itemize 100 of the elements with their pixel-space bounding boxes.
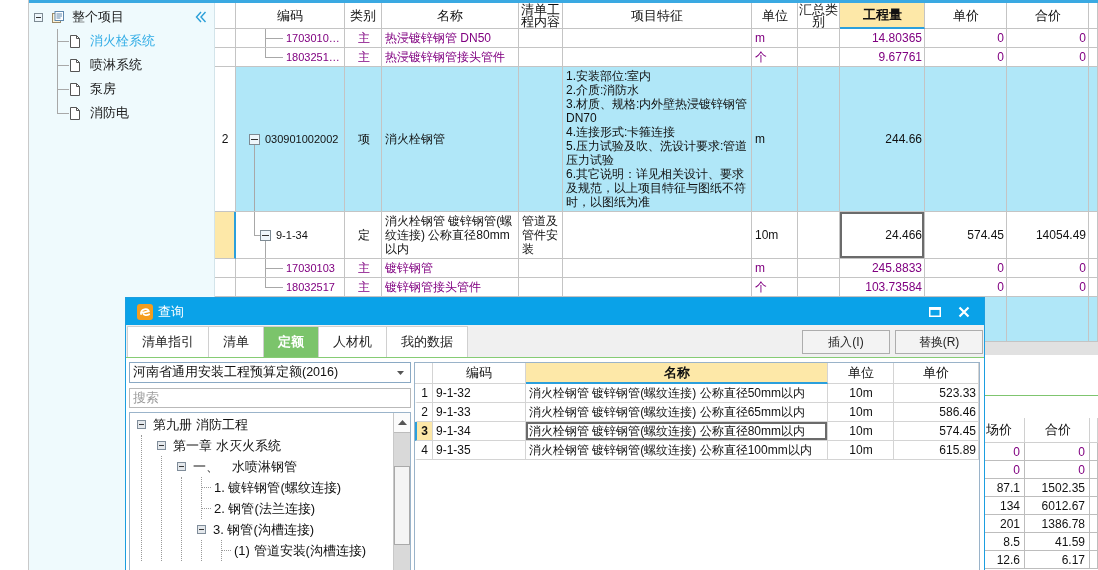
table-cell <box>1089 212 1098 259</box>
table-cell: 574.45 <box>925 212 1007 259</box>
column-header[interactable]: 类别 <box>345 3 382 29</box>
table-cell: 消火栓钢管 镀锌钢管(螺纹连接) 公称直径65mm以内 <box>526 403 828 422</box>
document-icon <box>70 106 80 120</box>
minus-box-icon[interactable] <box>157 441 166 450</box>
item-code: 9-1-34 <box>276 228 308 242</box>
column-header[interactable]: 清单工程内容 <box>519 3 563 29</box>
document-icon <box>70 58 80 72</box>
table-cell: 主 <box>345 29 382 48</box>
table-cell: 24.466 <box>840 212 925 259</box>
column-header[interactable]: 编码 <box>236 3 345 29</box>
table-cell <box>519 29 563 48</box>
column-header[interactable]: 编码 <box>433 363 526 384</box>
table-cell: 主 <box>345 48 382 67</box>
scroll-up-button[interactable] <box>394 413 410 433</box>
column-header[interactable]: 单位 <box>752 3 798 29</box>
table-cell: 镀锌钢管接头管件 <box>382 278 519 297</box>
item-code: 030901002002 <box>265 132 339 146</box>
table-cell: 0 <box>925 29 1007 48</box>
tree-item[interactable]: 2. 钢管(法兰连接) <box>212 499 318 518</box>
tree-item[interactable]: (1) 管道安装(沟槽连接) <box>232 541 369 560</box>
tab[interactable]: 人材机 <box>318 326 387 357</box>
caret-down-icon <box>397 370 404 375</box>
table-cell: 0 <box>1007 278 1089 297</box>
table-cell: 0 <box>925 259 1007 278</box>
tree-item[interactable]: 一、 水喷淋钢管 <box>191 457 299 476</box>
table-cell: 个 <box>752 48 798 67</box>
tree-item[interactable]: 第一章 水灭火系统 <box>171 436 283 455</box>
table-cell <box>1089 29 1098 48</box>
tree-connector <box>265 29 283 47</box>
table-cell: 消火栓钢管 镀锌钢管(螺纹连接) 公称直径50mm以内 <box>526 384 828 403</box>
minus-box-icon[interactable] <box>260 229 271 241</box>
table-cell: 热浸镀锌钢管 DN50 <box>382 29 519 48</box>
table-cell: 1386.78 <box>1025 515 1090 533</box>
column-header[interactable]: 单价 <box>925 3 1007 29</box>
tree-item[interactable]: 消防电 <box>89 104 130 122</box>
tab[interactable]: 我的数据 <box>386 326 468 357</box>
table-cell: 9-1-33 <box>433 403 526 422</box>
table-cell: 定 <box>345 212 382 259</box>
column-header[interactable]: 汇总类别 <box>798 3 840 29</box>
table-cell: 消火栓钢管 镀锌钢管(螺纹连接) 公称直径80mm以内 <box>382 212 519 259</box>
item-code: 18032517 <box>286 280 335 294</box>
table-cell: m <box>752 29 798 48</box>
tree-item[interactable]: 第九册 消防工程 <box>151 415 250 434</box>
tree-connector <box>201 498 211 519</box>
table-cell: 10m <box>828 441 894 460</box>
column-header[interactable]: 合价 <box>1007 3 1089 29</box>
table-cell: 245.8833 <box>840 259 925 278</box>
tab[interactable]: 清单指引 <box>127 326 209 357</box>
tab[interactable]: 清单 <box>208 326 264 357</box>
search-field[interactable]: 搜索 <box>129 388 411 408</box>
tree-connector <box>221 540 231 561</box>
close-icon[interactable] <box>958 305 970 318</box>
minus-box-icon[interactable] <box>249 133 260 145</box>
tree-item[interactable]: 1. 镀锌钢管(螺纹连接) <box>212 478 344 497</box>
table-cell <box>1089 259 1098 278</box>
table-cell: 10m <box>828 384 894 403</box>
insert-button[interactable]: 插入(I) <box>802 330 890 354</box>
replace-button[interactable]: 替换(R) <box>895 330 983 354</box>
minus-box-icon[interactable] <box>137 420 146 429</box>
table-cell: 镀锌钢管 <box>382 259 519 278</box>
column-header[interactable]: 工程量 <box>840 3 925 29</box>
column-header[interactable]: 名称 <box>526 363 828 384</box>
column-header[interactable]: 名称 <box>382 3 519 29</box>
table-cell: 0 <box>925 278 1007 297</box>
item-code: 17030103 <box>286 261 335 275</box>
column-header[interactable]: 单价 <box>894 363 979 384</box>
table-cell: 个 <box>752 278 798 297</box>
tree-item[interactable]: 喷淋系统 <box>89 56 143 74</box>
library-dropdown[interactable]: 河南省通用安装工程预算定额(2016) <box>129 362 411 383</box>
tree-item[interactable]: 3. 钢管(沟槽连接) <box>211 520 317 539</box>
column-header <box>1089 3 1098 29</box>
table-cell <box>1089 48 1098 67</box>
table-cell: 9-1-34 <box>433 422 526 441</box>
row-number-cell: 4 <box>415 441 433 460</box>
scrollbar-track[interactable] <box>393 413 410 570</box>
table-cell <box>519 48 563 67</box>
table-cell: 574.45 <box>894 422 979 441</box>
minus-box-icon[interactable] <box>177 462 186 471</box>
column-header <box>1090 418 1098 443</box>
tree-item[interactable]: 泵房 <box>89 80 117 98</box>
column-header[interactable]: 项目特征 <box>563 3 752 29</box>
maximize-icon[interactable] <box>929 306 941 317</box>
double-chevron-left-icon[interactable] <box>195 11 207 23</box>
triangle-up-icon <box>397 420 407 425</box>
document-icon <box>70 34 80 48</box>
minus-box-icon[interactable] <box>34 12 43 22</box>
table-cell: 消火栓钢管 镀锌钢管(螺纹连接) 公称直径100mm以内 <box>526 441 828 460</box>
tree-connector <box>201 477 211 498</box>
tree-item[interactable]: 整个项目 <box>71 8 125 26</box>
column-header[interactable]: 单位 <box>828 363 894 384</box>
table-cell: 0 <box>925 48 1007 67</box>
scrollbar-thumb[interactable] <box>394 466 410 545</box>
item-code: 1803251… <box>286 50 340 64</box>
minus-box-icon[interactable] <box>197 525 206 534</box>
column-header[interactable]: 合价 <box>1025 418 1090 443</box>
table-cell: 10m <box>828 403 894 422</box>
table-cell: 9.67761 <box>840 48 925 67</box>
table-cell: 244.66 <box>840 67 925 212</box>
